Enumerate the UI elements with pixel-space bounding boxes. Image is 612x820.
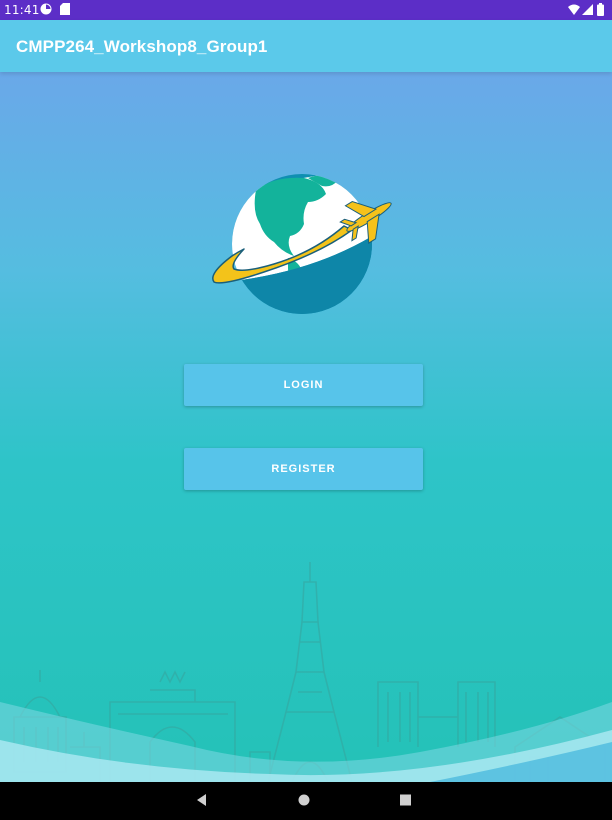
wifi-icon — [568, 4, 580, 18]
recents-icon[interactable] — [398, 791, 412, 814]
timer-icon — [40, 3, 52, 18]
status-bar: 11:41 — [0, 0, 612, 20]
sd-card-icon — [60, 3, 71, 18]
home-icon[interactable] — [296, 791, 312, 814]
signal-icon — [582, 4, 593, 18]
login-button[interactable]: LOGIN — [184, 364, 423, 406]
city-skyline-illustration — [0, 562, 612, 782]
globe-airplane-logo — [212, 174, 392, 314]
battery-icon — [597, 3, 604, 19]
app-bar: CMPP264_Workshop8_Group1 — [0, 20, 612, 72]
status-time: 11:41 — [4, 3, 40, 17]
register-button[interactable]: REGISTER — [184, 448, 423, 490]
app-title: CMPP264_Workshop8_Group1 — [16, 37, 268, 56]
navigation-bar — [0, 782, 612, 820]
back-icon[interactable] — [194, 791, 208, 814]
main-content: LOGIN REGISTER — [0, 72, 612, 782]
